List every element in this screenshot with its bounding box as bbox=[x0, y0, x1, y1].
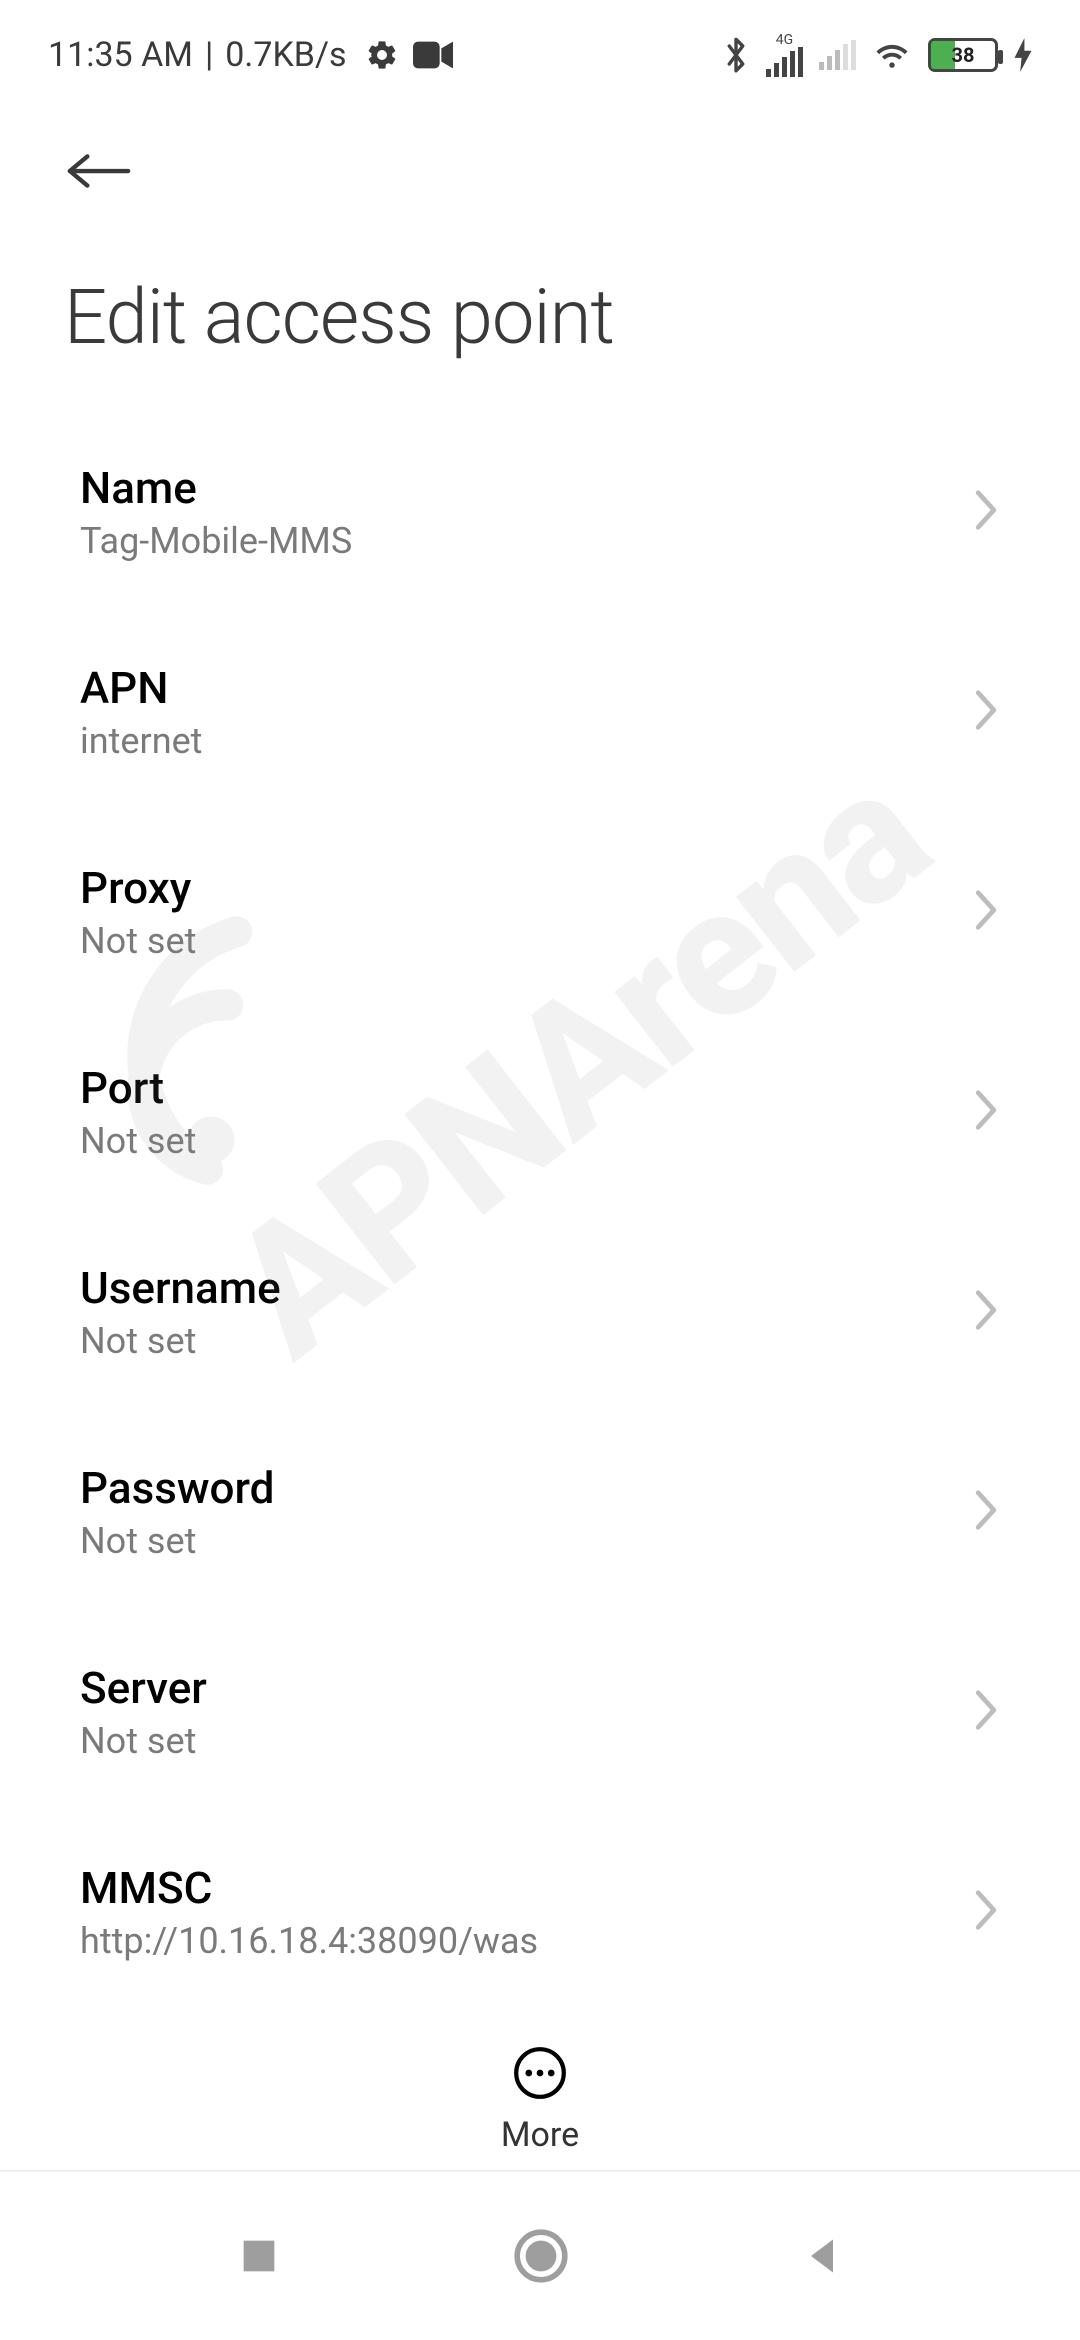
chevron-right-icon bbox=[972, 1688, 1000, 1736]
row-value: Not set bbox=[80, 1720, 207, 1762]
bottom-toolbar: More bbox=[0, 2021, 1080, 2155]
status-left: 11:35 AM | 0.7KB/s bbox=[48, 35, 453, 75]
charging-icon bbox=[1014, 38, 1032, 72]
row-label: Server bbox=[80, 1662, 207, 1714]
more-label: More bbox=[501, 2115, 579, 2155]
row-label: Username bbox=[80, 1262, 281, 1314]
row-label: Password bbox=[80, 1462, 274, 1514]
battery-pct: 38 bbox=[931, 43, 995, 67]
status-time: 11:35 AM bbox=[48, 35, 193, 75]
header: Edit access point bbox=[0, 90, 1080, 382]
row-username[interactable]: Username Not set bbox=[0, 1212, 1080, 1412]
nav-back-button[interactable] bbox=[800, 2234, 844, 2278]
row-password[interactable]: Password Not set bbox=[0, 1412, 1080, 1612]
status-bar: 11:35 AM | 0.7KB/s 4G 38 bbox=[0, 0, 1080, 90]
row-value: Not set bbox=[80, 1520, 274, 1562]
wifi-icon bbox=[872, 39, 912, 71]
row-value: Not set bbox=[80, 920, 196, 962]
battery-icon: 38 bbox=[928, 38, 998, 72]
page-title: Edit access point bbox=[64, 272, 1016, 362]
gear-icon bbox=[365, 38, 399, 72]
row-value: Not set bbox=[80, 1320, 281, 1362]
row-port[interactable]: Port Not set bbox=[0, 1012, 1080, 1212]
status-right: 4G 38 bbox=[722, 33, 1032, 77]
nav-home-button[interactable] bbox=[513, 2228, 569, 2284]
chevron-right-icon bbox=[972, 1088, 1000, 1136]
status-netspeed: 0.7KB/s bbox=[225, 35, 346, 75]
video-icon bbox=[413, 40, 453, 70]
row-value: internet bbox=[80, 720, 202, 762]
chevron-right-icon bbox=[972, 1288, 1000, 1336]
row-apn[interactable]: APN internet bbox=[0, 612, 1080, 812]
row-name[interactable]: Name Tag-Mobile-MMS bbox=[0, 412, 1080, 612]
signal-bars-icon bbox=[766, 47, 803, 77]
bluetooth-icon bbox=[722, 37, 750, 73]
chevron-right-icon bbox=[972, 1488, 1000, 1536]
row-value: http://10.16.18.4:38090/was bbox=[80, 1920, 538, 1962]
chevron-right-icon bbox=[972, 1888, 1000, 1936]
cell-signal-2-icon bbox=[819, 40, 856, 70]
row-label: Proxy bbox=[80, 862, 196, 914]
status-4g: 4G bbox=[776, 33, 793, 47]
row-label: MMSC bbox=[80, 1862, 538, 1914]
row-label: APN bbox=[80, 662, 202, 714]
arrow-left-icon bbox=[64, 146, 134, 196]
chevron-right-icon bbox=[972, 488, 1000, 536]
row-proxy[interactable]: Proxy Not set bbox=[0, 812, 1080, 1012]
status-sep: | bbox=[201, 35, 217, 75]
nav-bar bbox=[0, 2170, 1080, 2340]
row-label: Port bbox=[80, 1062, 196, 1114]
row-server[interactable]: Server Not set bbox=[0, 1612, 1080, 1812]
nav-recent-button[interactable] bbox=[236, 2233, 282, 2279]
row-value: Not set bbox=[80, 1120, 196, 1162]
back-button[interactable] bbox=[64, 130, 146, 212]
chevron-right-icon bbox=[972, 888, 1000, 936]
cell-signal-1: 4G bbox=[766, 33, 803, 77]
settings-list: Name Tag-Mobile-MMS APN internet Proxy N… bbox=[0, 382, 1080, 2212]
more-button[interactable] bbox=[512, 2045, 568, 2101]
row-label: Name bbox=[80, 462, 352, 514]
chevron-right-icon bbox=[972, 688, 1000, 736]
row-mmsc[interactable]: MMSC http://10.16.18.4:38090/was bbox=[0, 1812, 1080, 2012]
row-value: Tag-Mobile-MMS bbox=[80, 520, 352, 562]
